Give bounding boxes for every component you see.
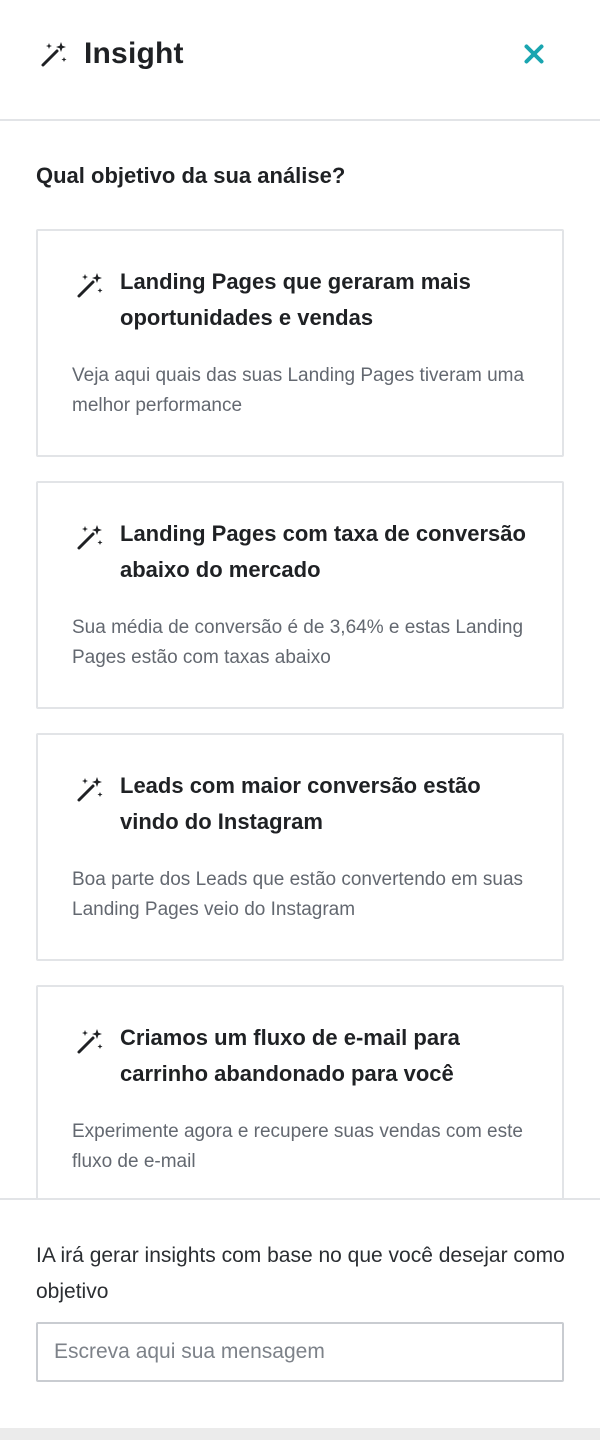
- magic-wand-icon: [77, 777, 103, 802]
- magic-wand-icon: [77, 273, 103, 298]
- insight-card-low-conversion[interactable]: Landing Pages com taxa de conversão abai…: [36, 481, 564, 709]
- card-title: Leads com maior conversão estão vindo do…: [120, 773, 481, 834]
- card-title: Landing Pages que geraram mais oportunid…: [120, 269, 471, 330]
- card-title: Criamos um fluxo de e-mail para carrinho…: [120, 1025, 460, 1086]
- magic-wand-icon: [77, 1029, 103, 1054]
- close-icon: [524, 44, 544, 64]
- card-description: Experimente agora e recupere suas vendas…: [72, 1121, 523, 1172]
- card-description: Veja aqui quais das suas Landing Pages t…: [72, 365, 525, 416]
- card-title: Landing Pages com taxa de conversão abai…: [120, 521, 526, 582]
- panel-body: Qual objetivo da sua análise? Landing Pa…: [0, 122, 600, 1198]
- close-button[interactable]: [516, 36, 552, 72]
- ai-info-text: IA irá gerar insights com base no que vo…: [36, 1244, 565, 1303]
- message-footer: IA irá gerar insights com base no que vo…: [0, 1198, 600, 1428]
- insight-card-instagram-leads[interactable]: Leads com maior conversão estão vindo do…: [36, 733, 564, 961]
- insight-panel: Insight Qual objetivo da sua análise? La…: [0, 0, 600, 1428]
- objective-question: Qual objetivo da sua análise?: [36, 163, 346, 188]
- magic-wand-icon: [77, 525, 103, 550]
- insight-card-top-landing-pages[interactable]: Landing Pages que geraram mais oportunid…: [36, 229, 564, 457]
- panel-header: Insight: [0, 0, 600, 121]
- message-input[interactable]: [36, 1322, 564, 1382]
- magic-wand-icon: [41, 42, 67, 67]
- card-description: Sua média de conversão é de 3,64% e esta…: [72, 617, 524, 668]
- panel-title: Insight: [84, 37, 184, 70]
- card-description: Boa parte dos Leads que estão convertend…: [72, 869, 524, 920]
- insight-card-abandoned-cart-flow[interactable]: Criamos um fluxo de e-mail para carrinho…: [36, 985, 564, 1198]
